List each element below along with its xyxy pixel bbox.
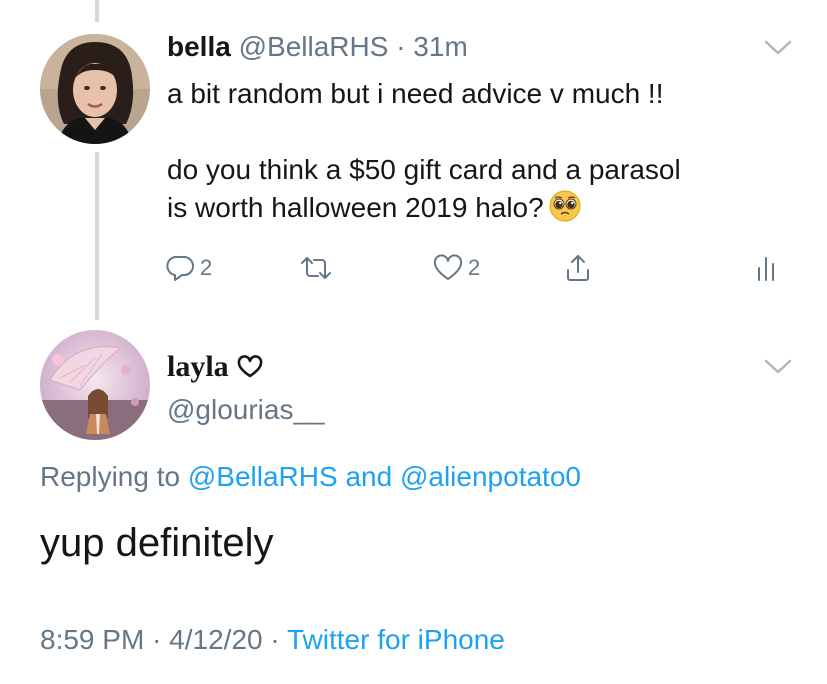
avatar-bella[interactable] (40, 34, 150, 144)
tweet-author-handle[interactable]: @BellaRHS (239, 31, 389, 62)
reply-time: 8:59 PM (40, 624, 145, 655)
reply-author-name-text: layla (167, 350, 229, 383)
like-count: 2 (468, 255, 481, 280)
tweet-meta: 8:59 PM · 4/12/20 · Twitter for iPhone (40, 622, 505, 658)
analytics-button[interactable] (755, 253, 781, 283)
thread-line-connector (95, 152, 99, 320)
mention-link[interactable]: @BellaRHS (188, 461, 338, 492)
chevron-down-icon[interactable] (763, 38, 793, 58)
tweet-text-line: a bit random but i need advice v much !! (167, 78, 664, 109)
reply-author-handle[interactable]: @glourias__ (167, 392, 325, 428)
chevron-down-icon[interactable] (763, 357, 793, 377)
tweet-author-name[interactable]: bella (167, 31, 231, 62)
mention-link[interactable]: @alienpotato0 (400, 461, 581, 492)
reply-text: yup definitely (40, 521, 274, 565)
tweet-header: bella @BellaRHS · 31m (167, 29, 468, 65)
heart-outline-icon (237, 355, 262, 378)
mention-and[interactable]: and (345, 461, 392, 492)
pleading-face-emoji-icon (548, 189, 582, 223)
like-button[interactable]: 2 (432, 253, 480, 283)
tweet-text-line: do you think a $50 gift card and a paras… (167, 154, 681, 185)
retweet-icon (301, 257, 331, 279)
avatar-layla[interactable] (40, 330, 150, 440)
reply-count: 2 (200, 255, 213, 280)
tweet-time-separator: · (396, 31, 406, 62)
share-button[interactable] (563, 253, 593, 283)
reply-author-name[interactable]: layla (167, 348, 263, 386)
tweet-text-line-last: is worth halloween 2019 halo? (167, 189, 681, 227)
tweet-text-gap (167, 113, 681, 151)
reply-icon (166, 255, 194, 281)
heart-icon (433, 254, 463, 280)
reply-button[interactable]: 2 (166, 253, 212, 283)
replying-to-label: Replying to (40, 461, 181, 492)
retweet-button[interactable] (298, 253, 334, 283)
share-icon (567, 255, 589, 281)
replying-to-line: Replying to @BellaRHS and @alienpotato0 (40, 459, 581, 495)
reply-date: 4/12/20 (169, 624, 263, 655)
tweet-source-link[interactable]: Twitter for iPhone (287, 624, 505, 655)
tweet-time[interactable]: 31m (413, 31, 467, 62)
meta-separator: · (152, 624, 162, 655)
tweet-text: a bit random but i need advice v much !!… (167, 75, 681, 227)
thread-line-top (95, 0, 99, 22)
analytics-icon (758, 257, 774, 281)
meta-separator: · (270, 624, 280, 655)
